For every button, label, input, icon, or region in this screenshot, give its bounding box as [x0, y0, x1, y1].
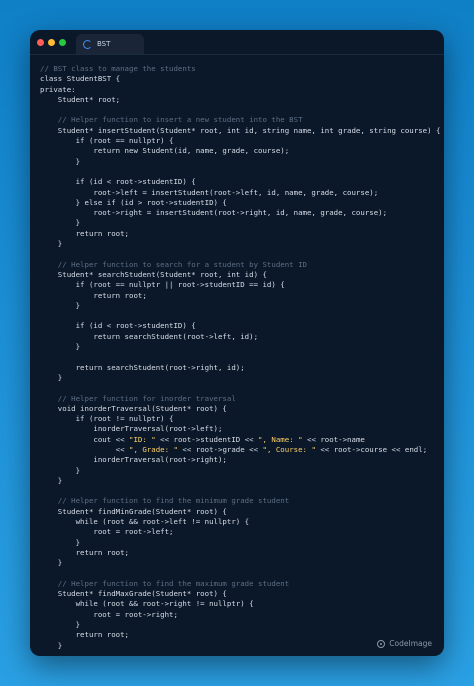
code-line: cout << "ID: " << root->studentID << ", …	[40, 434, 365, 444]
code-line: root->right = insertStudent(root->right,…	[40, 208, 388, 218]
code-line: while (root && root->left != nullptr) {	[40, 517, 250, 527]
cpp-file-icon	[83, 39, 92, 49]
code-line: return root;	[40, 290, 147, 300]
code-line: }	[40, 620, 81, 630]
code-line: while (root && root->right != nullptr) {	[40, 599, 254, 609]
code-line: root = root->right;	[40, 609, 178, 619]
code-line: Student* root;	[40, 94, 121, 104]
code-comment-line: // Helper function to insert a new stude…	[40, 115, 303, 125]
code-comment-line: // Helper function for inorder traversal	[40, 393, 236, 403]
tab-bst[interactable]: BST	[76, 34, 144, 54]
code-comment-line: // Helper function to find the maximum g…	[40, 578, 290, 588]
codeimage-logo-icon	[377, 639, 386, 648]
code-window: BST // BST class to manage the students c…	[30, 30, 444, 656]
code-line: }	[40, 156, 81, 166]
tab-label: BST	[97, 40, 111, 48]
code-line: }	[40, 465, 81, 475]
code-line: }	[40, 475, 63, 485]
code-line: }	[40, 558, 63, 568]
code-line: if (root == nullptr) {	[40, 136, 174, 146]
code-line: if (root != nullptr) {	[40, 414, 174, 424]
code-line: return root;	[40, 547, 129, 557]
code-line: }	[40, 372, 63, 382]
code-editor[interactable]: // BST class to manage the students class…	[40, 64, 440, 651]
code-line: return searchStudent(root->right, id);	[40, 362, 245, 372]
minimize-window-button[interactable]	[48, 38, 55, 46]
code-line: inorderTraversal(root->right);	[40, 455, 227, 465]
code-line: class StudentBST {	[40, 74, 121, 84]
codeimage-watermark: CodeImage	[377, 639, 432, 648]
code-line: if (id < root->studentID) {	[40, 321, 196, 331]
code-line: Student* insertStudent(Student* root, in…	[40, 125, 441, 135]
maximize-window-button[interactable]	[59, 38, 66, 46]
code-line: inorderTraversal(root->left);	[40, 424, 223, 434]
code-line: void inorderTraversal(Student* root) {	[40, 403, 227, 413]
code-line: return searchStudent(root->left, id);	[40, 331, 259, 341]
code-line: private:	[40, 84, 76, 94]
code-line: root->left = insertStudent(root->left, i…	[40, 187, 379, 197]
code-comment-line: // Helper function to search for a stude…	[40, 259, 307, 269]
code-line: }	[40, 239, 63, 249]
code-line: if (id < root->studentID) {	[40, 177, 196, 187]
code-line: }	[40, 342, 81, 352]
code-line: Student* findMinGrade(Student* root) {	[40, 506, 227, 516]
code-line: return new Student(id, name, grade, cour…	[40, 146, 290, 156]
code-line: return root;	[40, 228, 129, 238]
code-line: Student* searchStudent(Student* root, in…	[40, 269, 267, 279]
code-line: } else if (id > root->studentID) {	[40, 197, 227, 207]
brand-label: CodeImage	[389, 639, 432, 648]
title-bar: BST	[30, 30, 444, 55]
code-line: }	[40, 300, 81, 310]
code-line: }	[40, 218, 81, 228]
code-line: if (root == nullptr || root->studentID =…	[40, 280, 285, 290]
code-line: Student* findMaxGrade(Student* root) {	[40, 589, 227, 599]
close-window-button[interactable]	[37, 38, 44, 46]
code-line: }	[40, 537, 81, 547]
code-line: << ", Grade: " << root->grade << ", Cour…	[40, 444, 428, 454]
code-comment-line: // BST class to manage the students	[40, 64, 196, 73]
code-comment-line: // Helper function to find the minimum g…	[40, 496, 290, 506]
code-line: root = root->left;	[40, 527, 174, 537]
